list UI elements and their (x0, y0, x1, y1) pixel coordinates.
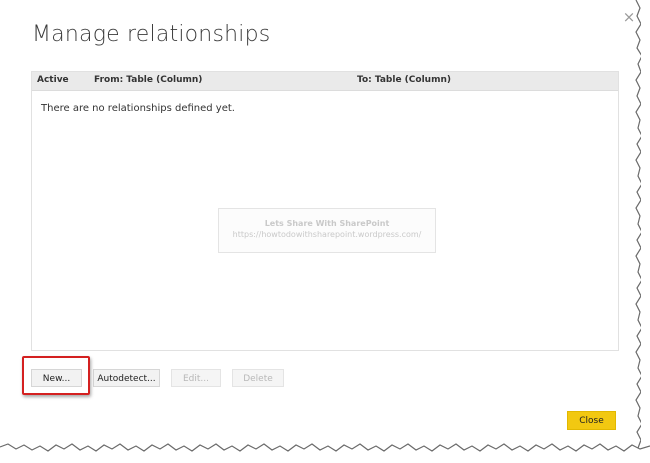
watermark: Lets Share With SharePoint https://howto… (218, 208, 436, 253)
close-button[interactable]: Close (567, 411, 616, 430)
delete-button[interactable]: Delete (232, 369, 284, 387)
torn-edge-right (635, 0, 650, 463)
column-header-from[interactable]: From: Table (Column) (94, 75, 202, 85)
relationships-table: Active From: Table (Column) To: Table (C… (31, 71, 619, 351)
dialog-title: Manage relationships (32, 22, 271, 47)
autodetect-button[interactable]: Autodetect... (93, 369, 160, 387)
empty-message: There are no relationships defined yet. (41, 103, 235, 114)
torn-edge-bottom (0, 443, 650, 463)
watermark-url: https://howtodowithsharepoint.wordpress.… (232, 230, 422, 239)
new-button-highlight (22, 356, 90, 395)
column-header-to[interactable]: To: Table (Column) (357, 75, 451, 85)
watermark-title: Lets Share With SharePoint (264, 219, 390, 228)
column-header-active[interactable]: Active (37, 75, 69, 85)
edit-button[interactable]: Edit... (171, 369, 221, 387)
table-header: Active From: Table (Column) To: Table (C… (32, 72, 618, 91)
manage-relationships-dialog: × Manage relationships Active From: Tabl… (0, 0, 650, 463)
